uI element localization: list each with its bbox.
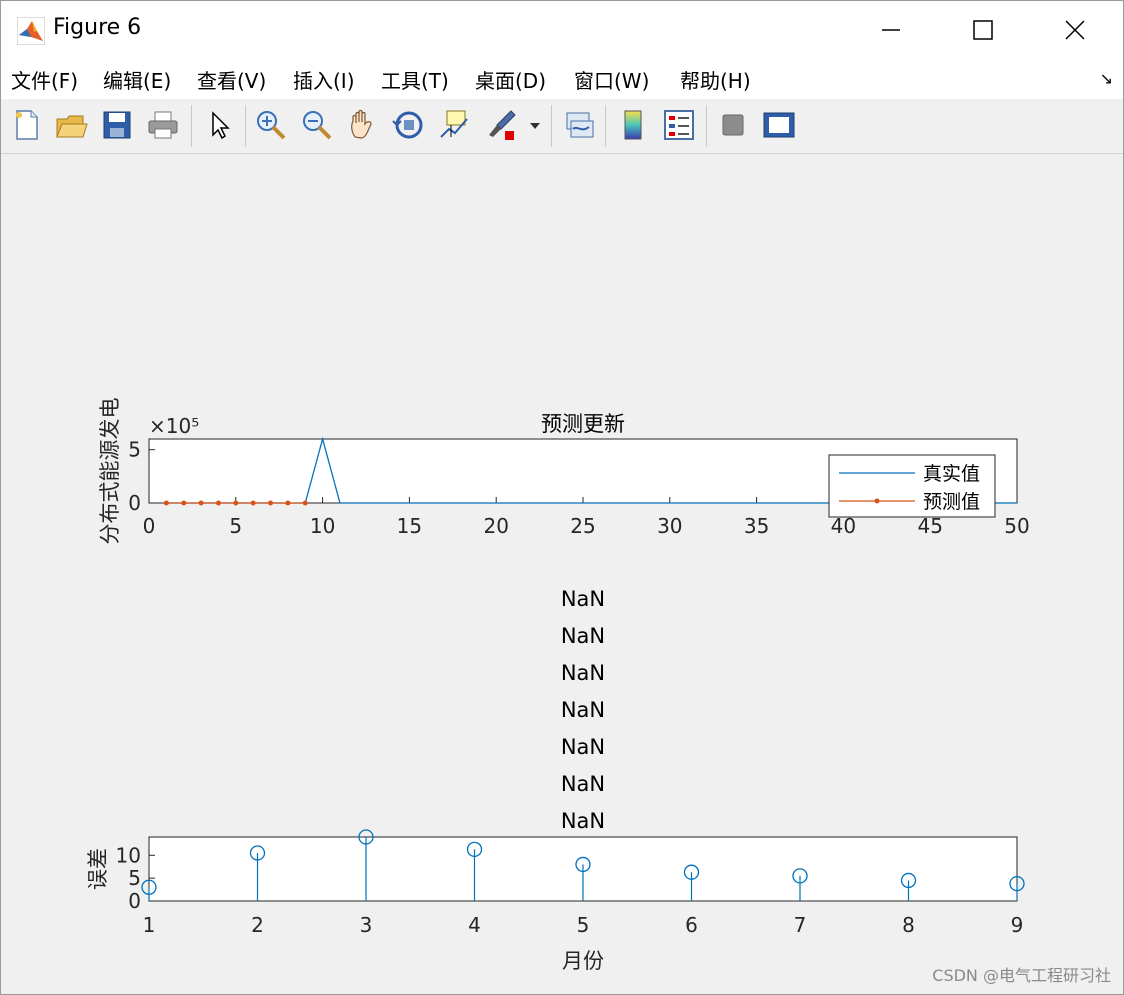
open-file-icon[interactable]	[53, 107, 89, 143]
toolbar-separator	[245, 105, 246, 147]
x-tick-label: 10	[310, 514, 335, 538]
rotate-3d-icon[interactable]	[391, 107, 427, 143]
chart-title-line: NaN	[561, 587, 605, 611]
bottom-axes[interactable]: 1 2 3 4 5 6 7 8 90510NaNNaNNaNNaNNaNNaNNaN月份误差	[86, 587, 1025, 973]
x-tick-label: 5	[229, 514, 242, 538]
menu-file[interactable]: 文件(F)	[11, 65, 78, 94]
predicted-point	[198, 500, 204, 506]
minimize-icon	[882, 29, 900, 31]
window-title: Figure 6	[53, 15, 142, 40]
save-icon[interactable]	[99, 107, 135, 143]
top-axes[interactable]: 0 5 10 15 20 25 30 35 40 45 50 0 5 ×10⁵ 预测更新 分布式能源发电 真实值…	[98, 398, 1030, 545]
chart-title-line: NaN	[561, 735, 605, 759]
close-icon	[1065, 20, 1085, 40]
x-tick-label: 6	[685, 913, 698, 937]
predicted-point	[302, 500, 308, 506]
colorbar-icon[interactable]	[615, 107, 651, 143]
predicted-point	[233, 500, 239, 506]
chart-title-line: NaN	[561, 698, 605, 722]
toolbar-separator	[605, 105, 606, 147]
chart-title-line: NaN	[561, 624, 605, 648]
zoom-out-icon[interactable]	[299, 107, 335, 143]
x-tick-label: 35	[744, 514, 769, 538]
predicted-point	[268, 500, 274, 506]
hide-plot-tools-icon[interactable]	[715, 107, 751, 143]
figure-plot-svg: 0 5 10 15 20 25 30 35 40 45 5005×10⁵ 预测更新分布式能源发电 真实值…	[86, 398, 1030, 974]
show-plot-tools-icon[interactable]	[761, 107, 797, 143]
data-cursor-icon[interactable]	[437, 107, 473, 143]
matlab-logo-icon	[17, 17, 45, 45]
menu-insert[interactable]: 插入(I)	[293, 65, 355, 94]
chart-title: 预测更新	[541, 412, 625, 436]
x-tick-label: 3	[360, 913, 373, 937]
y-axis-label: 误差	[86, 848, 110, 890]
brush-icon[interactable]	[485, 107, 521, 143]
minimize-button[interactable]	[845, 1, 937, 59]
x-tick-label: 40	[831, 514, 856, 538]
maximize-button[interactable]	[937, 1, 1029, 59]
close-button[interactable]	[1029, 1, 1121, 59]
x-tick-label: 2	[251, 913, 264, 937]
menu-edit[interactable]: 编辑(E)	[103, 65, 171, 94]
legend-marker-predicted	[874, 498, 880, 504]
predicted-point	[285, 500, 291, 506]
x-tick-label: 9	[1011, 913, 1024, 937]
chart-title-line: NaN	[561, 772, 605, 796]
y-exponent-label: ×10⁵	[149, 414, 199, 438]
x-tick-label: 1	[143, 913, 156, 937]
toolbar-separator	[191, 105, 192, 147]
y-axis-label: 分布式能源发电	[98, 398, 122, 545]
x-tick-label: 4	[468, 913, 481, 937]
dock-arrow-icon[interactable]: ↘	[1100, 69, 1113, 88]
x-tick-label: 0	[143, 514, 156, 538]
x-tick-label: 25	[570, 514, 595, 538]
menu-window[interactable]: 窗口(W)	[574, 65, 649, 94]
y-tick-label: 5	[128, 438, 141, 462]
predicted-point	[163, 500, 169, 506]
new-figure-icon[interactable]	[9, 107, 45, 143]
link-plot-icon[interactable]	[561, 107, 597, 143]
predicted-point	[181, 500, 187, 506]
print-icon[interactable]	[145, 107, 181, 143]
toolbar-separator	[551, 105, 552, 147]
toolbar-separator	[706, 105, 707, 147]
figure-window: Figure 6 文件(F) 编辑(E) 查看(V) 插入(I) 工具(T) 桌…	[0, 0, 1124, 995]
chart-title-line: NaN	[561, 661, 605, 685]
y-tick-label: 0	[128, 889, 141, 913]
menu-view[interactable]: 查看(V)	[197, 65, 266, 94]
x-tick-label: 8	[902, 913, 915, 937]
title-bar[interactable]: Figure 6	[1, 1, 1123, 59]
predicted-point	[215, 500, 221, 506]
pan-hand-icon[interactable]	[345, 107, 381, 143]
menu-tools[interactable]: 工具(T)	[381, 65, 449, 94]
maximize-icon	[973, 20, 993, 40]
figure-canvas: 0 5 10 15 20 25 30 35 40 45 50 0 5 ×10⁵ 预测更新 分布式能源发电 真实值…	[1, 153, 1123, 994]
zoom-in-icon[interactable]	[253, 107, 289, 143]
menu-bar: 文件(F) 编辑(E) 查看(V) 插入(I) 工具(T) 桌面(D) 窗口(W…	[1, 59, 1123, 99]
x-tick-label: 15	[397, 514, 422, 538]
x-tick-label: 50	[1004, 514, 1029, 538]
legend-icon[interactable]	[661, 107, 697, 143]
watermark-text: CSDN @电气工程研习社	[932, 966, 1111, 985]
figure-toolbar	[1, 99, 1123, 154]
x-tick-label: 7	[794, 913, 807, 937]
menu-help[interactable]: 帮助(H)	[680, 65, 751, 94]
x-tick-label: 30	[657, 514, 682, 538]
brush-dropdown-icon[interactable]	[527, 107, 543, 143]
legend-label-predicted: 预测值	[923, 491, 980, 513]
y-tick-label: 0	[128, 491, 141, 515]
x-tick-label: 5	[577, 913, 590, 937]
pointer-icon[interactable]	[201, 107, 237, 143]
legend-label-real: 真实值	[923, 463, 980, 485]
x-tick-label: 20	[483, 514, 508, 538]
menu-desktop[interactable]: 桌面(D)	[475, 65, 546, 94]
x-axis-label: 月份	[562, 949, 604, 973]
y-tick-label: 5	[128, 866, 141, 890]
chart-title-line: NaN	[561, 809, 605, 833]
predicted-point	[250, 500, 256, 506]
x-tick-label: 45	[917, 514, 942, 538]
y-tick-label: 10	[116, 843, 141, 867]
